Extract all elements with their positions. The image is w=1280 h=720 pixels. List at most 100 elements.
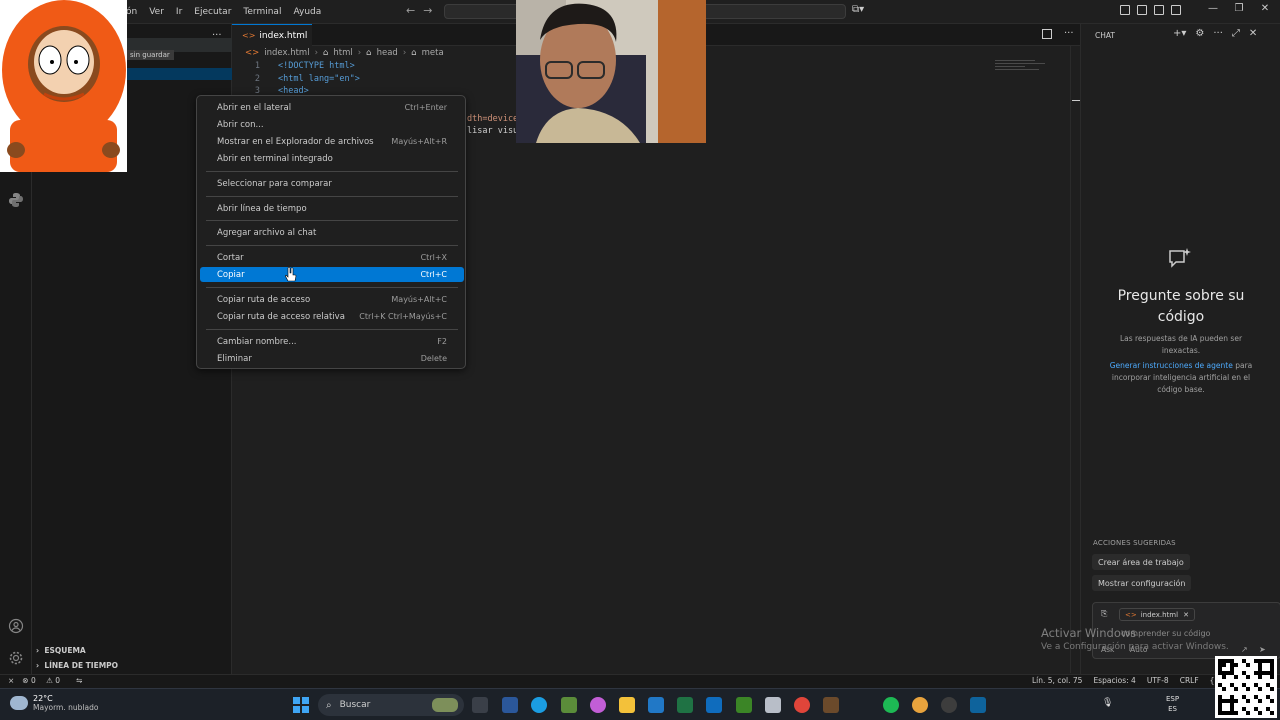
app-icon[interactable] xyxy=(765,697,781,713)
problems-indicator[interactable]: ⊗ 0 ⚠ 0 xyxy=(22,676,68,685)
task-view-icon[interactable] xyxy=(472,697,488,713)
menu-item-copy-relative-path[interactable]: Copiar ruta de acceso relativa Ctrl+K Ctr… xyxy=(200,309,464,324)
attach-icon[interactable]: ⎘ xyxy=(1101,609,1107,619)
tab-index-html[interactable]: <> index.html xyxy=(232,24,312,46)
forward-arrow-icon[interactable]: → xyxy=(423,4,432,17)
attachment-chip[interactable]: <> index.html ✕ xyxy=(1119,608,1195,621)
word-icon[interactable] xyxy=(502,697,518,713)
menu-item-add-to-chat[interactable]: Agregar archivo al chat xyxy=(200,225,464,240)
cursor-position[interactable]: Lín. 5, col. 75 xyxy=(1032,676,1082,685)
chrome-icon[interactable] xyxy=(794,697,810,713)
app-icon[interactable] xyxy=(561,697,577,713)
weather-desc: Mayorm. nublado xyxy=(33,703,99,712)
file-explorer-icon[interactable] xyxy=(619,697,635,713)
breadcrumb-item[interactable]: html xyxy=(333,48,352,58)
account-icon[interactable] xyxy=(8,618,24,634)
menu-item-help[interactable]: Ayuda xyxy=(293,7,321,17)
encoding[interactable]: UTF-8 xyxy=(1147,676,1169,685)
end-of-line[interactable]: CRLF xyxy=(1180,676,1199,685)
show-config-button[interactable]: Mostrar configuración xyxy=(1092,575,1192,591)
excel-icon[interactable] xyxy=(677,697,693,713)
send-icon[interactable]: ➤ xyxy=(1259,645,1266,654)
menu-item-select-compare[interactable]: Seleccionar para comparar xyxy=(200,176,464,191)
toggle-panel-icon[interactable] xyxy=(1154,5,1164,15)
minimap[interactable] xyxy=(995,60,1055,80)
mouse-cursor-icon xyxy=(285,266,297,286)
new-chat-icon[interactable]: +▾ xyxy=(1173,28,1186,39)
create-workspace-button[interactable]: Crear área de trabajo xyxy=(1092,554,1190,570)
editor-scrollbar[interactable] xyxy=(1070,46,1080,673)
breadcrumb-sep-icon: › xyxy=(357,48,362,58)
menu-item-reveal-explorer[interactable]: Mostrar en el Explorador de archivos Mayú… xyxy=(200,134,464,149)
close-panel-icon[interactable]: ✕ xyxy=(1249,28,1257,39)
menu-item-selection[interactable]: ón xyxy=(126,7,137,17)
code-editor[interactable]: 1 <!DOCTYPE html> 2 <html lang="en"> 3 <hea… xyxy=(240,61,360,99)
menu-item-open-with[interactable]: Abrir con... xyxy=(200,117,464,132)
editor-more-icon[interactable]: ··· xyxy=(1064,28,1074,39)
menu-item-shortcut: Ctrl+Enter xyxy=(404,103,447,112)
back-arrow-icon[interactable]: ← xyxy=(406,4,415,17)
python-icon[interactable] xyxy=(8,192,24,208)
generate-instructions-link[interactable]: Generar instrucciones de agente xyxy=(1110,361,1233,370)
edge-icon[interactable] xyxy=(531,697,547,713)
start-windows-icon[interactable] xyxy=(293,697,309,713)
menu-item-label: Cortar xyxy=(217,252,244,263)
code-fragment: dth=device xyxy=(467,114,519,124)
menu-item-delete[interactable]: Eliminar Delete xyxy=(200,351,464,366)
menu-item-copy[interactable]: Copiar Ctrl+C xyxy=(200,267,464,282)
maximize-icon[interactable]: ⤢ xyxy=(1232,28,1240,39)
menu-item-label: Abrir con... xyxy=(217,119,264,130)
menu-item-terminal[interactable]: Terminal xyxy=(243,7,281,17)
menu-item-copy-path[interactable]: Copiar ruta de acceso Mayús+Alt+C xyxy=(200,292,464,307)
chrome-profile-icon[interactable] xyxy=(912,697,928,713)
status-bar: ⨯ ⊗ 0 ⚠ 0 ⇋ Lín. 5, col. 75 Espacios: 4 … xyxy=(0,674,1280,688)
menu-item-cut[interactable]: Cortar Ctrl+X xyxy=(200,250,464,265)
remove-attachment-icon[interactable]: ✕ xyxy=(1183,611,1189,619)
language-indicator[interactable]: ESP ES xyxy=(1166,694,1179,714)
chat-more-icon[interactable]: ··· xyxy=(1213,28,1223,39)
menu-item-view[interactable]: Ver xyxy=(149,7,164,17)
split-editor-icon[interactable] xyxy=(1042,29,1052,39)
windows-taskbar: 22°C Mayorm. nublado ⌕ Buscar 🎙 ESP ES xyxy=(0,688,1280,720)
outlook-icon[interactable] xyxy=(706,697,722,713)
webcam-overlay xyxy=(516,0,706,143)
menu-item-open-terminal[interactable]: Abrir en terminal integrado xyxy=(200,151,464,166)
minecraft-icon[interactable] xyxy=(736,697,752,713)
menu-item-open-timeline[interactable]: Abrir línea de tiempo xyxy=(200,201,464,216)
menu-item-run[interactable]: Ejecutar xyxy=(194,7,231,17)
copilot-icon[interactable]: ⧉▾ xyxy=(852,4,864,15)
timeline-section[interactable]: › LÍNEA DE TIEMPO xyxy=(36,661,118,670)
ports-icon[interactable]: ⇋ xyxy=(76,676,82,685)
obs-icon[interactable] xyxy=(941,697,957,713)
store-icon[interactable] xyxy=(648,697,664,713)
taskbar-search[interactable]: ⌕ Buscar xyxy=(318,694,464,716)
breadcrumb-item[interactable]: meta xyxy=(422,48,444,58)
toggle-secondary-sidebar-icon[interactable] xyxy=(1171,5,1181,15)
streamer-avatar-overlay xyxy=(0,0,127,172)
close-icon[interactable]: ✕ xyxy=(1252,3,1278,14)
copilot-app-icon[interactable] xyxy=(590,697,606,713)
menu-item-rename[interactable]: Cambiar nombre... F2 xyxy=(200,334,464,349)
toggle-sidebar-icon[interactable] xyxy=(1137,5,1147,15)
cloud-icon xyxy=(10,696,28,710)
menu-item-open-to-side[interactable]: Abrir en el lateral Ctrl+Enter xyxy=(200,100,464,115)
breadcrumb-item[interactable]: head xyxy=(377,48,398,58)
status-left: ⨯ ⊗ 0 ⚠ 0 ⇋ xyxy=(8,676,90,685)
mic-icon[interactable]: 🎙 xyxy=(1102,698,1113,708)
minecraft-launcher-icon[interactable] xyxy=(823,697,839,713)
restore-icon[interactable]: ❐ xyxy=(1226,3,1252,14)
remote-icon[interactable]: ⨯ xyxy=(8,676,14,685)
minimize-icon[interactable]: — xyxy=(1200,3,1226,14)
tools-icon[interactable]: ↗ xyxy=(1241,645,1248,654)
indentation[interactable]: Espacios: 4 xyxy=(1093,676,1135,685)
chat-title: CHAT xyxy=(1095,31,1116,40)
menu-item-go[interactable]: Ir xyxy=(176,7,182,17)
weather-widget[interactable]: 22°C Mayorm. nublado xyxy=(10,694,98,712)
spotify-icon[interactable] xyxy=(883,697,899,713)
breadcrumb-item[interactable]: index.html xyxy=(264,48,309,58)
customize-layout-icon[interactable] xyxy=(1120,5,1130,15)
settings-gear-icon[interactable] xyxy=(8,650,24,666)
outline-section[interactable]: › ESQUEMA xyxy=(36,646,86,655)
chat-settings-icon[interactable]: ⚙ xyxy=(1195,28,1204,39)
vscode-icon[interactable] xyxy=(970,697,986,713)
